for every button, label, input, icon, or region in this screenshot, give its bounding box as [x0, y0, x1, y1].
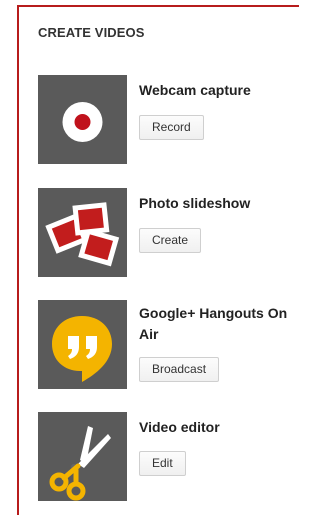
option-title: Photo slideshow	[139, 195, 251, 211]
photo-slideshow-icon	[45, 202, 120, 267]
edit-button[interactable]: Edit	[139, 451, 186, 476]
create-option-webcam: Webcam capture Record	[38, 75, 298, 165]
slideshow-thumbnail[interactable]	[38, 188, 127, 277]
hangouts-icon	[52, 316, 112, 382]
editor-thumbnail[interactable]	[38, 412, 127, 501]
webcam-thumbnail[interactable]	[38, 75, 127, 164]
hangouts-thumbnail[interactable]	[38, 300, 127, 389]
option-title: Google+ Hangouts On Air	[139, 305, 288, 342]
create-button[interactable]: Create	[139, 228, 202, 253]
record-icon	[62, 102, 103, 142]
broadcast-button[interactable]: Broadcast	[139, 357, 220, 382]
create-option-editor: Video editor Edit	[38, 412, 298, 502]
option-title: Video editor	[139, 419, 220, 435]
scissors-icon	[49, 426, 111, 501]
panel-heading: CREATE VIDEOS	[38, 25, 145, 40]
create-option-slideshow: Photo slideshow Create	[38, 188, 298, 278]
create-videos-panel: CREATE VIDEOS Webcam capture Record Phot…	[17, 5, 299, 515]
record-button[interactable]: Record	[139, 115, 204, 140]
create-option-hangouts: Google+ Hangouts On Air Broadcast	[38, 300, 298, 390]
option-title: Webcam capture	[139, 82, 251, 98]
